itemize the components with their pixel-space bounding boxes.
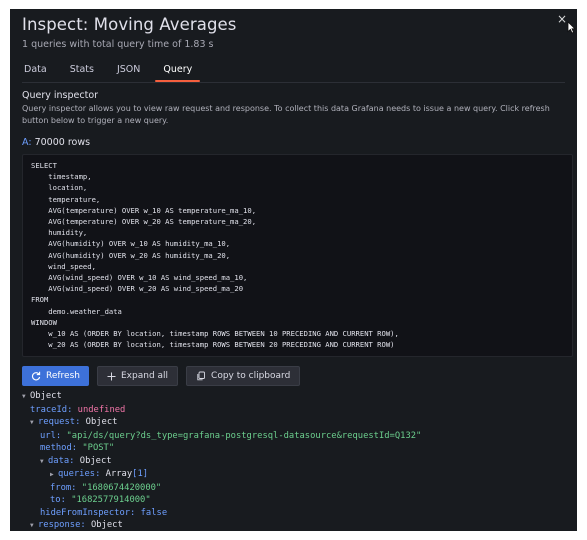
section-description: Query inspector allows you to view raw r… [22, 104, 550, 125]
json-root-row[interactable]: ▼ Object [22, 390, 421, 404]
expand-all-label: Expand all [121, 371, 169, 381]
tab-bar: Data Stats JSON Query [22, 62, 219, 82]
json-row[interactable]: ▼ response: Object [22, 519, 421, 531]
query-ref: A: [22, 137, 32, 148]
json-tree: ▼ Object traceId: undefined ▼ request: Obj… [22, 390, 421, 531]
section-title: Query inspector [22, 90, 99, 101]
json-row: traceId: undefined [30, 404, 126, 415]
tab-divider [22, 82, 565, 83]
refresh-button[interactable]: Refresh [22, 366, 89, 386]
json-row: hideFromInspector: false [40, 507, 168, 518]
page-subtitle: 1 queries with total query time of 1.83 … [22, 39, 214, 50]
copy-to-clipboard-button[interactable]: Copy to clipboard [186, 366, 301, 386]
json-row[interactable]: ▶ queries: Array[1] [22, 468, 421, 482]
expand-all-button[interactable]: Expand all [97, 366, 179, 386]
json-row: method: "POST" [40, 443, 115, 453]
caret-down-icon[interactable]: ▼ [30, 417, 38, 430]
copy-label: Copy to clipboard [211, 371, 291, 381]
json-row: to: "1682577914000" [50, 495, 151, 505]
json-row: from: "1680674420000" [50, 482, 162, 493]
tab-stats[interactable]: Stats [68, 62, 96, 82]
caret-down-icon[interactable]: ▼ [30, 520, 38, 531]
json-row[interactable]: ▼ request: Object [22, 416, 421, 430]
json-row[interactable]: ▼ data: Object [22, 455, 421, 469]
refresh-icon [31, 371, 41, 381]
caret-down-icon[interactable]: ▼ [22, 391, 30, 404]
inspect-drawer: × Inspect: Moving Averages 1 queries wit… [10, 9, 577, 531]
mouse-cursor-icon [567, 21, 576, 34]
close-icon[interactable]: × [557, 12, 567, 26]
tab-json[interactable]: JSON [115, 62, 142, 82]
json-row: url: "api/ds/query?ds_type=grafana-postg… [40, 430, 422, 441]
copy-icon [196, 371, 206, 381]
tab-data[interactable]: Data [22, 62, 49, 82]
query-row-count: 70000 rows [34, 137, 91, 148]
plus-icon [107, 372, 116, 381]
query-rows-heading: A: 70000 rows [22, 137, 90, 148]
sql-code-block[interactable]: SELECT timestamp, location, temperature,… [22, 154, 573, 357]
tab-query[interactable]: Query [155, 62, 201, 82]
caret-right-icon[interactable]: ▶ [50, 469, 58, 482]
caret-down-icon[interactable]: ▼ [40, 456, 48, 469]
refresh-label: Refresh [46, 371, 80, 381]
page-title: Inspect: Moving Averages [22, 15, 237, 34]
button-row: Refresh Expand all Copy to clipboard [22, 366, 301, 386]
sql-text: SELECT timestamp, location, temperature,… [31, 161, 399, 350]
